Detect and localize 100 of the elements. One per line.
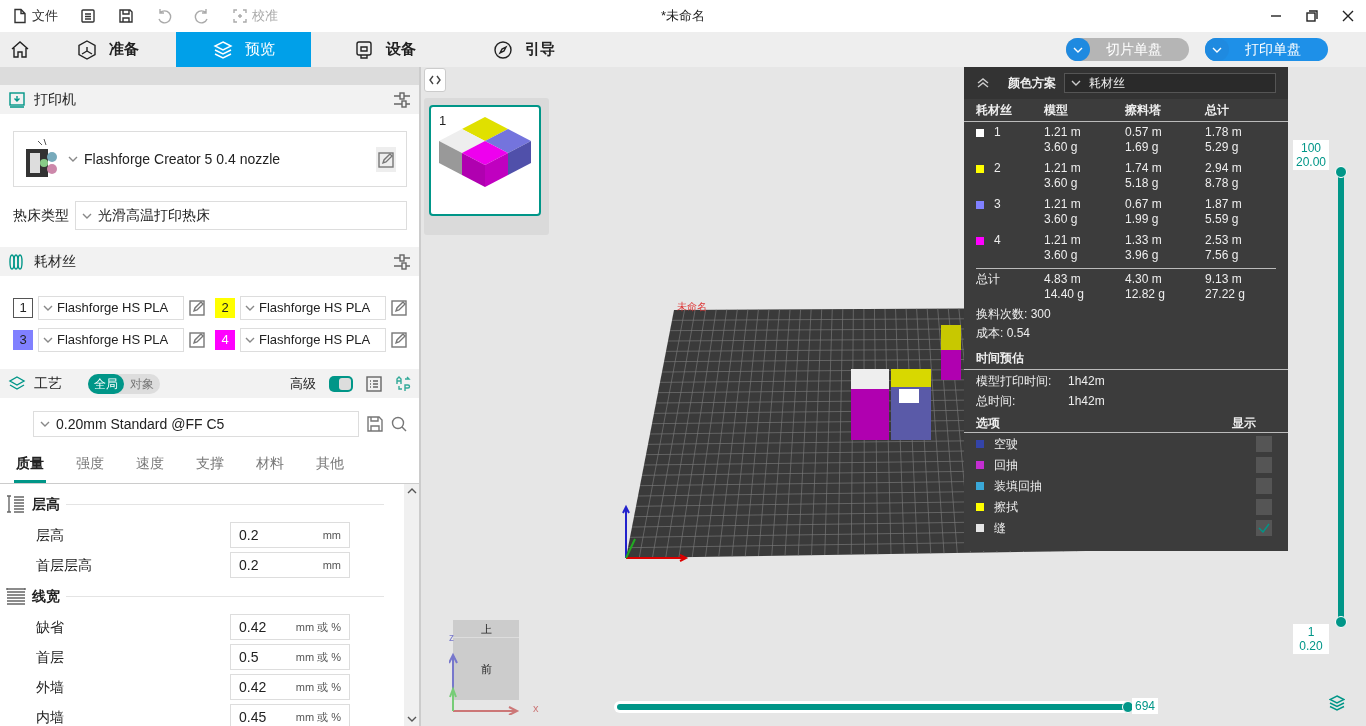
scope-toggle[interactable]: 对象: [124, 373, 160, 394]
slider-handle[interactable]: [1335, 166, 1347, 178]
layers-icon[interactable]: [1329, 695, 1345, 711]
table-cell-text: 1.21 m 3.60 g: [1044, 197, 1082, 228]
option-label: 缝: [994, 519, 1006, 537]
table-cell-text: 4.83 m 14.40 g: [1044, 272, 1086, 303]
table-cell-text: 2: [994, 161, 1001, 177]
table-cell-text: 9.13 m 27.22 g: [1205, 272, 1247, 303]
setting-label: 首层: [36, 647, 64, 667]
layer-label: 1 0.20: [1293, 624, 1329, 654]
setting-input[interactable]: 0.45 mm 或 %: [230, 704, 350, 726]
caret-icon: [43, 305, 53, 311]
caret-icon: [1073, 46, 1083, 53]
search-icon[interactable]: [391, 416, 407, 432]
checkbox[interactable]: [1256, 456, 1272, 473]
caret-icon: [82, 212, 92, 219]
view-cube[interactable]: 上 前: [453, 620, 519, 700]
settings-tab[interactable]: 质量: [14, 447, 46, 483]
checkbox[interactable]: [1256, 519, 1272, 536]
settings-tab[interactable]: 支撑: [194, 447, 226, 483]
setting-input[interactable]: 0.42 mm 或 %: [230, 614, 350, 640]
nav-tab[interactable]: 准备: [40, 32, 176, 67]
caret-icon: [406, 488, 417, 494]
collapse-icon[interactable]: [976, 78, 990, 88]
preset-dropdown[interactable]: 0.20mm Standard @FF C5: [33, 411, 359, 437]
nav-tab[interactable]: 设备: [311, 32, 459, 67]
printer-selector[interactable]: Flashforge Creator 5 0.4 nozzle: [13, 131, 407, 187]
axes-drawing: [622, 504, 689, 562]
column-header: 擦料塔: [1125, 102, 1162, 119]
filament-dropdown[interactable]: Flashforge HS PLA: [38, 296, 184, 320]
monitor-icon: [354, 39, 374, 60]
time-value: 1h42m: [1068, 393, 1105, 410]
section-title: 选项: [976, 415, 1000, 432]
scheme-label: 颜色方案: [1008, 75, 1056, 92]
nav-tab[interactable]: 引导: [459, 32, 589, 67]
option-label: 装填回抽: [994, 477, 1042, 495]
table-cell-text: 1.87 m 5.59 g: [1205, 197, 1243, 228]
setting-input[interactable]: 0.42 mm 或 %: [230, 674, 350, 700]
bed-type-dropdown[interactable]: 光滑高温打印热床: [75, 201, 407, 230]
layers-icon: [8, 374, 26, 393]
move-reading: 694: [1132, 698, 1159, 714]
change-count: 换料次数: 300: [975, 306, 1052, 323]
filament-swatch[interactable]: 1: [13, 298, 33, 318]
table-cell-text: 4: [994, 233, 1001, 249]
advanced-switch[interactable]: [329, 375, 353, 392]
layer-label: 100 20.00: [1293, 140, 1329, 170]
filament-dropdown[interactable]: Flashforge HS PLA: [240, 328, 386, 352]
compare-icon[interactable]: [395, 375, 411, 392]
setting-input[interactable]: 0.5 mm 或 %: [230, 644, 350, 670]
check-icon: [1258, 522, 1270, 533]
settings-tab[interactable]: 材料: [254, 447, 286, 483]
axis-label: z: [449, 631, 454, 645]
scheme-dropdown[interactable]: 耗材丝: [1064, 73, 1276, 93]
checkbox[interactable]: [1256, 477, 1272, 494]
setting-input[interactable]: 0.2 mm: [230, 552, 350, 578]
table-cell-text: 0.67 m 1.99 g: [1125, 197, 1163, 228]
scope-toggle[interactable]: 全局: [88, 373, 124, 394]
list-icon[interactable]: [80, 8, 96, 24]
caret-icon: [1071, 80, 1081, 86]
filament-dropdown[interactable]: Flashforge HS PLA: [240, 296, 386, 320]
checkbox[interactable]: [1256, 435, 1272, 452]
calibrate-icon: [232, 8, 248, 24]
edit-icon[interactable]: [391, 300, 407, 316]
file-button[interactable]: 文件: [12, 6, 58, 26]
setting-input[interactable]: 0.2 mm: [230, 522, 350, 548]
cube-icon: [77, 39, 97, 60]
edit-icon[interactable]: [378, 151, 394, 168]
plate-thumbnail[interactable]: 1: [429, 105, 541, 216]
section-title: 工艺: [34, 374, 62, 393]
sliders-icon[interactable]: [393, 90, 411, 109]
settings-tab[interactable]: 强度: [74, 447, 106, 483]
setting-label: 内墙: [36, 707, 64, 726]
collapse-button[interactable]: [424, 68, 446, 92]
edit-icon[interactable]: [189, 332, 205, 348]
checkbox[interactable]: [1256, 498, 1272, 515]
model-drawing[interactable]: [851, 325, 961, 440]
filament-dropdown[interactable]: Flashforge HS PLA: [38, 328, 184, 352]
maximize-icon[interactable]: [1306, 10, 1318, 22]
scrollbar[interactable]: [404, 484, 419, 726]
layers-icon: [212, 39, 233, 60]
slider-handle[interactable]: [1335, 616, 1347, 628]
sliders-icon[interactable]: [393, 252, 411, 271]
table-cell-text: 0.57 m 1.69 g: [1125, 125, 1163, 156]
filament-swatch[interactable]: 2: [215, 298, 235, 318]
save-icon[interactable]: [118, 8, 134, 24]
time-label: 模型打印时间:: [976, 373, 1053, 390]
edit-icon[interactable]: [189, 300, 205, 316]
table-cell-text: 1: [994, 125, 1001, 141]
chevrons-icon: [429, 75, 441, 85]
settings-tab[interactable]: 速度: [134, 447, 166, 483]
field-label: 热床类型: [13, 206, 69, 225]
section-title: 打印机: [34, 90, 76, 109]
edit-icon[interactable]: [391, 332, 407, 348]
close-icon[interactable]: [1342, 10, 1354, 22]
group-icon: [6, 495, 26, 513]
filament-swatch[interactable]: 3: [13, 330, 33, 350]
table-cell-text: 2.94 m 8.78 g: [1205, 161, 1243, 192]
setting-label: 缺省: [36, 617, 64, 637]
settings-tab[interactable]: 其他: [314, 447, 346, 483]
plate-name: 未命名: [677, 300, 707, 314]
